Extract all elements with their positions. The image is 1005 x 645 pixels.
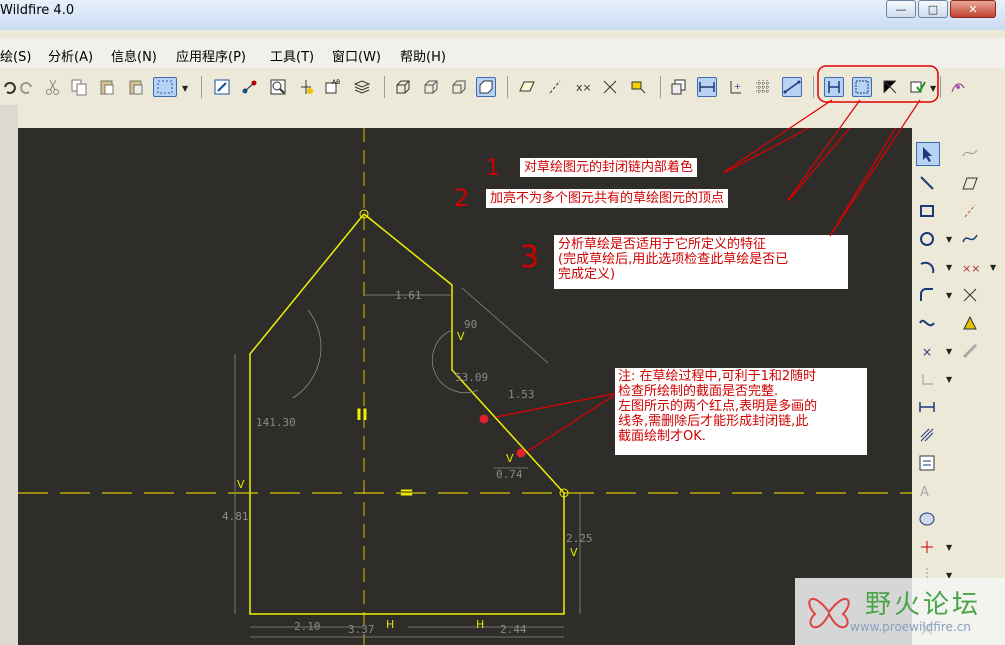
model-tree-strip [0,105,18,645]
chevron-down-icon[interactable]: ▼ [946,291,952,300]
dim-label[interactable]: 1.61 [395,289,422,302]
chevron-down-icon[interactable]: ▼ [946,375,952,384]
parallelogram-icon[interactable] [959,172,981,194]
curve-icon[interactable] [959,228,981,250]
dim-label[interactable]: 141.30 [256,416,296,429]
forum-watermark: 野火论坛 www.proewildfire.cn [795,578,1005,645]
watermark-url: www.proewildfire.cn [850,620,971,634]
dimension-lines [234,287,581,638]
chevron-down-icon[interactable]: ▼ [946,543,952,552]
circle-icon[interactable] [916,228,938,250]
spline-icon[interactable] [959,142,981,164]
sketcher-toolbar: ▼ ▼ ××× ▼ ▼ × ▼ ▼ A ▼ ▼ [912,128,1005,645]
spline-curve-icon[interactable] [916,312,938,334]
sketch-profile[interactable] [249,213,565,615]
link-icon[interactable] [959,340,981,362]
open-end-point[interactable] [516,448,526,458]
annotation-number-1: 1 [486,156,500,181]
dim-label[interactable]: 2.25 [566,532,593,545]
point-icon[interactable]: ××× [959,256,981,278]
line-icon[interactable] [916,172,938,194]
csys-icon[interactable] [959,284,981,306]
palette-icon[interactable] [959,312,981,334]
butterfly-logo-icon [808,597,850,629]
palette-shape-icon[interactable] [916,508,938,530]
dim-label[interactable]: 2.44 [500,623,527,636]
arc-icon[interactable] [916,256,938,278]
chevron-down-icon[interactable]: ▼ [946,263,952,272]
parallel-constraint[interactable]: II [356,405,368,424]
annotation-note-3: 分析草绘是否适用于它所定义的特征 (完成草绘后,用此选项检查此草绘是否已 完成定… [554,235,848,289]
dim-label[interactable]: 4.81 [222,510,249,523]
constraint-label[interactable]: H [476,618,484,631]
fillet-icon[interactable] [916,284,938,306]
chevron-down-icon[interactable]: ▼ [946,235,952,244]
dim-label[interactable]: 3.37 [348,623,375,636]
equal-constraint[interactable]: = [399,482,414,503]
annotation-note-4-line: 检查所绘制的截面是否完整. [618,384,779,399]
constraint-label[interactable]: V [457,330,465,343]
svg-text:A: A [920,485,929,500]
constraint-label[interactable]: H [386,618,394,631]
watermark-title: 野火论坛 [865,590,982,620]
offset-icon[interactable] [916,368,938,390]
constraint-label[interactable]: V [570,546,578,559]
constraint-label[interactable]: V [237,478,245,491]
annotation-note-1: 对草绘图元的封闭链内部着色 [520,158,698,177]
trim-icon[interactable] [916,536,938,558]
annotation-note-2: 加亮不为多个图元共有的草绘图元的顶点 [486,189,729,208]
annotation-number-3: 3 [520,240,540,275]
text-icon[interactable]: A [916,480,938,502]
svg-text:×××: ××× [962,262,979,275]
dim-label[interactable]: 53.09 [455,371,488,384]
rectangle-icon[interactable] [916,200,938,222]
annotation-note-3-line: (完成草绘后,用此选项检查此草绘是否已 [558,252,789,267]
annotation-number-2: 2 [454,184,470,212]
annotation-note-4-line: 左图所示的两个红点,表明是多画的 [618,399,818,414]
dimension-icon[interactable] [916,396,938,418]
modify-icon[interactable] [916,424,938,446]
dim-label[interactable]: 1.53 [508,388,535,401]
constraint-label[interactable]: V [506,452,514,465]
select-arrow-icon[interactable] [916,142,940,166]
constraint-icon[interactable] [916,452,938,474]
chevron-down-icon[interactable]: ▼ [946,347,952,356]
sketch-canvas[interactable]: 1.61 90 V 53.09 1.53 141.30 0.74 4.81 2.… [18,128,912,645]
centerline-icon[interactable] [959,200,981,222]
dim-label[interactable]: 0.74 [496,468,523,481]
annotation-note-4-line: 截面绘制才OK. [618,429,706,444]
open-end-point[interactable] [479,414,489,424]
annotation-note-4-line: 线条,需删除后才能形成封闭链,此 [618,414,809,429]
annotation-note-3-line: 分析草绘是否适用于它所定义的特征 [558,237,767,252]
chevron-down-icon[interactable]: ▼ [990,263,996,272]
dim-label[interactable]: 2.10 [294,620,321,633]
annotation-note-4-line: 注: 在草绘过程中,可利于1和2随时 [618,369,817,384]
dim-label[interactable]: 90 [464,318,477,331]
annotation-note-4: 注: 在草绘过程中,可利于1和2随时 检查所绘制的截面是否完整. 左图所示的两个… [615,368,867,455]
point-marker-icon[interactable]: × [916,340,938,362]
svg-text:×: × [922,345,932,359]
annotation-note-3-line: 完成定义) [558,267,616,282]
